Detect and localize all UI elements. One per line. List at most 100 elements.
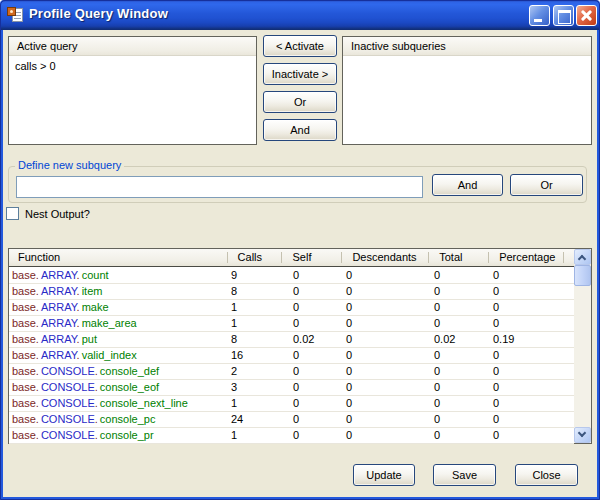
active-query-header: Active query [9, 37, 256, 56]
value-cell: 0 [490, 364, 565, 379]
value-cell: 0 [283, 412, 343, 427]
value-cell: 16 [228, 348, 283, 363]
and-combine-button[interactable]: And [263, 119, 337, 141]
function-name-cell: base.ARRAY.item [9, 284, 228, 299]
table-row[interactable]: base.ARRAY.valid_index160000 [9, 348, 574, 364]
active-query-item[interactable]: calls > 0 [9, 56, 256, 76]
value-cell: 0 [343, 268, 430, 283]
value-cell: 0 [430, 364, 490, 379]
column-header-function[interactable]: Function [9, 249, 228, 266]
inactivate-button[interactable]: Inactivate > [263, 63, 337, 85]
function-name-cell: base.ARRAY.count [9, 268, 228, 283]
value-cell: 0 [490, 316, 565, 331]
value-cell: 0.02 [430, 332, 490, 347]
value-cell: 0 [283, 364, 343, 379]
function-name-cell: base.CONSOLE.console_pc [9, 412, 228, 427]
close-dialog-button[interactable]: Close [515, 464, 578, 486]
value-cell: 0 [490, 380, 565, 395]
value-cell: 0 [343, 332, 430, 347]
column-header-percentage[interactable]: Percentage [489, 249, 564, 266]
value-cell: 0 [283, 380, 343, 395]
value-cell: 0 [430, 300, 490, 315]
value-cell: 0 [283, 316, 343, 331]
app-icon [7, 7, 23, 23]
table-row[interactable]: base.CONSOLE.console_eof30000 [9, 380, 574, 396]
value-cell: 0 [283, 428, 343, 443]
value-cell: 0 [283, 284, 343, 299]
table-row[interactable]: base.ARRAY.item80000 [9, 284, 574, 300]
column-header-total[interactable]: Total [429, 249, 489, 266]
value-cell: 8 [228, 332, 283, 347]
window-title: Profile Query Window [29, 0, 168, 28]
and-button[interactable]: And [432, 174, 503, 196]
value-cell: 0 [490, 428, 565, 443]
maximize-button[interactable] [553, 5, 574, 26]
value-cell: 0 [343, 316, 430, 331]
value-cell: 0 [490, 284, 565, 299]
table-body: base.ARRAY.count90000base.ARRAY.item8000… [9, 268, 574, 444]
or-button[interactable]: Or [510, 174, 583, 196]
value-cell: 1 [228, 316, 283, 331]
value-cell: 0 [343, 428, 430, 443]
define-subquery-label: Define new subquery [15, 159, 124, 172]
value-cell: 0 [490, 412, 565, 427]
active-query-panel: Active query calls > 0 [8, 36, 257, 145]
column-header-descendants[interactable]: Descendants [342, 249, 429, 266]
value-cell: 1 [228, 428, 283, 443]
value-cell: 1 [228, 300, 283, 315]
value-cell: 0 [283, 348, 343, 363]
value-cell: 0 [430, 284, 490, 299]
value-cell: 0 [490, 348, 565, 363]
update-button[interactable]: Update [353, 464, 415, 486]
vertical-scrollbar[interactable] [574, 249, 591, 443]
table-header: FunctionCallsSelfDescendantsTotalPercent… [9, 249, 574, 267]
minimize-button[interactable] [529, 5, 550, 26]
column-header-calls[interactable]: Calls [228, 249, 283, 266]
or-combine-button[interactable]: Or [263, 91, 337, 113]
subquery-input[interactable] [16, 176, 423, 198]
inactive-subqueries-header: Inactive subqueries [343, 37, 591, 56]
value-cell: 0 [430, 348, 490, 363]
titlebar[interactable]: Profile Query Window [0, 0, 600, 30]
value-cell: 0 [283, 268, 343, 283]
function-name-cell: base.ARRAY.put [9, 332, 228, 347]
scrollbar-thumb[interactable] [574, 265, 591, 286]
nest-output-label: Nest Output? [25, 207, 90, 221]
save-button[interactable]: Save [433, 464, 496, 486]
function-name-cell: base.CONSOLE.console_def [9, 364, 228, 379]
value-cell: 0 [343, 284, 430, 299]
table-row[interactable]: base.CONSOLE.console_pr10000 [9, 428, 574, 444]
value-cell: 9 [228, 268, 283, 283]
table-row[interactable]: base.CONSOLE.console_pc240000 [9, 412, 574, 428]
table-row[interactable]: base.ARRAY.count90000 [9, 268, 574, 284]
close-button[interactable] [576, 5, 597, 26]
nest-output-checkbox[interactable] [6, 207, 19, 220]
column-header-self[interactable]: Self [282, 249, 342, 266]
activate-button[interactable]: < Activate [263, 35, 337, 57]
table-row[interactable]: base.ARRAY.make_area10000 [9, 316, 574, 332]
value-cell: 0 [430, 268, 490, 283]
value-cell: 0 [283, 396, 343, 411]
dialog-content: Active query calls > 0 < Activate Inacti… [3, 30, 597, 497]
value-cell: 1 [228, 396, 283, 411]
column-header-filler [564, 249, 574, 266]
function-table: FunctionCallsSelfDescendantsTotalPercent… [8, 248, 592, 444]
value-cell: 0 [343, 300, 430, 315]
value-cell: 0 [343, 396, 430, 411]
function-name-cell: base.ARRAY.valid_index [9, 348, 228, 363]
function-name-cell: base.CONSOLE.console_next_line [9, 396, 228, 411]
scroll-up-button[interactable] [574, 249, 591, 265]
profile-query-window: Profile Query Window Active query calls … [0, 0, 600, 500]
table-row[interactable]: base.ARRAY.make10000 [9, 300, 574, 316]
table-row[interactable]: base.CONSOLE.console_next_line10000 [9, 396, 574, 412]
value-cell: 0 [490, 268, 565, 283]
function-name-cell: base.CONSOLE.console_pr [9, 428, 228, 443]
value-cell: 0 [343, 412, 430, 427]
table-row[interactable]: base.CONSOLE.console_def20000 [9, 364, 574, 380]
scroll-down-button[interactable] [574, 427, 591, 443]
inactive-subqueries-body[interactable] [343, 56, 591, 64]
value-cell: 0.19 [490, 332, 565, 347]
table-row[interactable]: base.ARRAY.put80.0200.020.19 [9, 332, 574, 348]
function-name-cell: base.ARRAY.make [9, 300, 228, 315]
function-name-cell: base.CONSOLE.console_eof [9, 380, 228, 395]
